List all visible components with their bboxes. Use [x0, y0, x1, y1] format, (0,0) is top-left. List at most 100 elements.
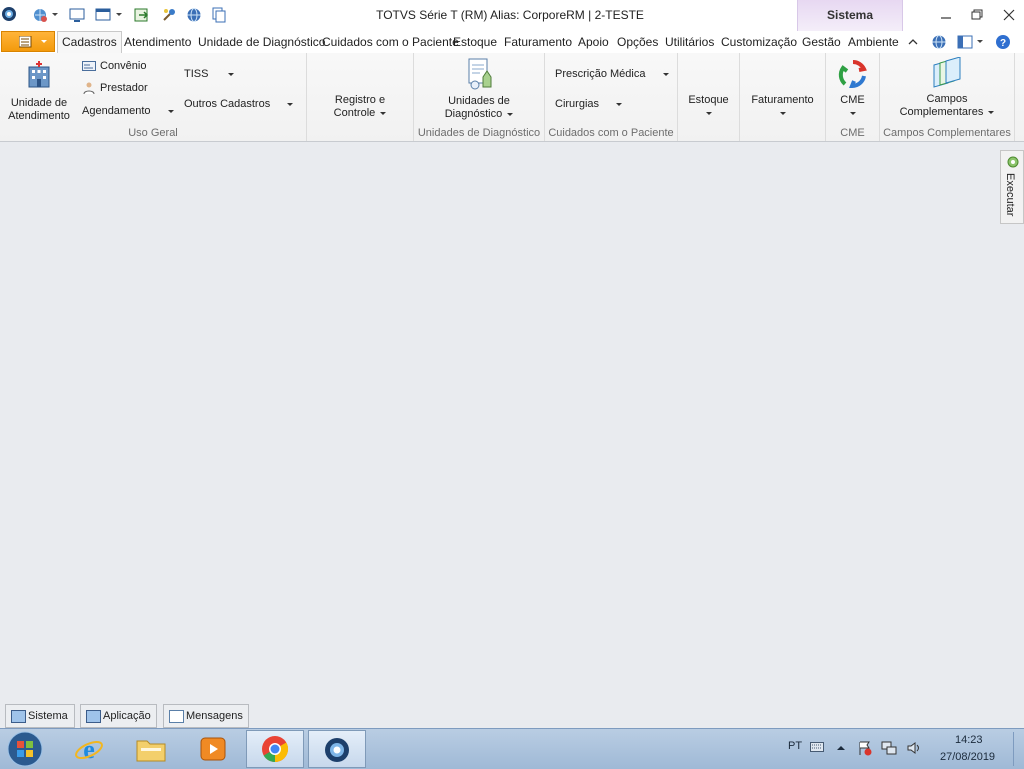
taskbar-internet-explorer[interactable]: e — [60, 730, 118, 768]
executar-side-tab[interactable]: Executar — [1000, 150, 1024, 224]
file-menu-button[interactable] — [1, 31, 55, 52]
unidades-diagnostico-button[interactable]: Unidades de Diagnóstico — [424, 57, 534, 121]
monitor-icon — [86, 710, 101, 723]
clock-time[interactable]: 14:23 — [955, 734, 983, 746]
minimize-icon[interactable] — [936, 6, 956, 24]
window-title: TOTVS Série T (RM) Alias: CorporeRM | 2-… — [376, 8, 644, 22]
bottom-tab-sistema[interactable]: Sistema — [5, 704, 75, 728]
network-icon[interactable] — [881, 740, 897, 756]
group-uso-geral: Unidade de Atendimento Convênio Prestado… — [0, 53, 307, 141]
bottom-tab-mensagens[interactable]: Mensagens — [163, 704, 249, 728]
group-campos-complementares: Campos Complementares Campos Complementa… — [880, 53, 1015, 141]
cme-button[interactable]: CME — [826, 58, 879, 120]
group-faturamento: Faturamento — [740, 53, 826, 141]
prescricao-medica-label: Prescrição Médica — [555, 68, 646, 80]
tab-faturamento[interactable]: Faturamento — [504, 35, 572, 49]
show-desktop-button[interactable] — [1013, 732, 1024, 766]
restore-icon[interactable] — [967, 6, 987, 24]
tab-customizacao[interactable]: Customização — [721, 35, 797, 49]
unidade-atendimento-button[interactable]: Unidade de Atendimento — [6, 61, 72, 123]
tab-cuidados-paciente[interactable]: Cuidados com o Paciente — [322, 35, 459, 49]
gear-icon — [1007, 156, 1019, 168]
svg-text:e: e — [83, 735, 95, 764]
tab-atendimento[interactable]: Atendimento — [124, 35, 191, 49]
tab-utilitarios[interactable]: Utilitários — [665, 35, 714, 49]
chevron-down-icon — [662, 72, 669, 76]
monitor-icon[interactable] — [69, 7, 85, 23]
chevron-down-icon — [705, 111, 712, 115]
tab-gestao[interactable]: Gestão — [802, 35, 841, 49]
volume-icon[interactable] — [906, 740, 922, 756]
taskbar-totvs-rm[interactable] — [308, 730, 366, 768]
close-icon[interactable] — [999, 6, 1019, 24]
estoque-label: Estoque — [688, 94, 729, 106]
convenio-button[interactable]: Convênio — [82, 60, 146, 72]
chevron-down-icon[interactable] — [116, 13, 122, 16]
action-center-flag-icon[interactable] — [857, 740, 873, 756]
clock-date[interactable]: 27/08/2019 — [940, 751, 995, 763]
agendamento-button[interactable]: Agendamento — [82, 105, 174, 117]
monitor-icon — [11, 710, 26, 723]
campos-complementares-label: Campos Complementares — [880, 93, 1014, 119]
app-logo-icon[interactable] — [1, 6, 17, 22]
cirurgias-button[interactable]: Cirurgias — [555, 98, 623, 110]
taskbar-chrome[interactable] — [246, 730, 304, 768]
prestador-button[interactable]: Prestador — [82, 82, 148, 95]
chevron-down-icon[interactable] — [977, 40, 983, 43]
doctor-icon — [83, 82, 95, 95]
prescricao-medica-button[interactable]: Prescrição Médica — [555, 68, 669, 80]
window-layout-icon[interactable] — [95, 7, 111, 23]
agendamento-label: Agendamento — [82, 105, 151, 117]
chevron-down-icon — [41, 40, 47, 43]
windows-taskbar: e PT 14:23 27/08/2019 — [0, 728, 1024, 769]
registro-controle-label: Registro e Controle — [333, 94, 386, 119]
prestador-label: Prestador — [100, 82, 148, 94]
globe-icon[interactable] — [931, 34, 947, 50]
outros-cadastros-button[interactable]: Outros Cadastros — [184, 98, 294, 110]
message-icon — [169, 710, 184, 723]
menu-icon — [19, 36, 32, 48]
globe-icon[interactable] — [186, 7, 202, 23]
tab-estoque[interactable]: Estoque — [453, 35, 497, 49]
collapse-ribbon-icon[interactable] — [907, 37, 919, 47]
tab-opcoes[interactable]: Opções — [617, 35, 658, 49]
export-icon[interactable] — [134, 7, 150, 23]
tools-icon[interactable] — [161, 7, 177, 23]
bottom-tab-aplicacao[interactable]: Aplicação — [80, 704, 157, 728]
tab-apoio[interactable]: Apoio — [578, 35, 609, 49]
group-estoque: Estoque — [678, 53, 740, 141]
globe-refresh-icon[interactable] — [32, 7, 48, 23]
layout-icon[interactable] — [957, 34, 973, 50]
cirurgias-label: Cirurgias — [555, 98, 600, 110]
bottom-tab-mensagens-label: Mensagens — [186, 710, 243, 722]
estoque-button[interactable]: Estoque — [678, 94, 739, 120]
group-label-cuidados-paciente: Cuidados com o Paciente — [548, 127, 674, 139]
faturamento-button[interactable]: Faturamento — [740, 94, 825, 120]
taskbar-file-explorer[interactable] — [122, 730, 180, 768]
tab-unidade-diagnostico[interactable]: Unidade de Diagnóstico — [198, 35, 325, 49]
campos-complementares-button[interactable]: Campos Complementares — [880, 56, 1014, 119]
tab-cadastros[interactable]: Cadastros — [57, 31, 122, 53]
media-player-icon — [200, 737, 226, 761]
taskbar-media-player[interactable] — [184, 730, 242, 768]
context-tab-sistema[interactable]: Sistema — [797, 0, 903, 31]
keyboard-icon[interactable] — [810, 742, 824, 752]
group-registro-controle: Registro e Controle — [307, 53, 414, 141]
outros-cadastros-label: Outros Cadastros — [184, 98, 271, 110]
registro-controle-button[interactable]: Registro e Controle — [307, 94, 413, 120]
language-indicator[interactable]: PT — [788, 740, 802, 752]
tray-expand-icon[interactable] — [836, 744, 846, 752]
copy-icon[interactable] — [211, 7, 227, 23]
recycle-cycle-icon — [838, 59, 867, 89]
tab-ambiente[interactable]: Ambiente — [848, 35, 899, 49]
unidades-diagnostico-text: Unidades de Diagnóstico — [444, 95, 510, 120]
start-button-icon[interactable] — [5, 729, 45, 769]
ribbon-panel: Unidade de Atendimento Convênio Prestado… — [0, 53, 1024, 142]
hospital-building-icon — [28, 61, 50, 88]
tiss-button[interactable]: TISS — [184, 68, 234, 80]
forms-stack-icon — [933, 56, 961, 88]
bottom-tab-aplicacao-label: Aplicação — [103, 710, 151, 722]
group-cuidados-paciente: Prescrição Médica Cirurgias Cuidados com… — [545, 53, 678, 141]
chevron-down-icon[interactable] — [52, 13, 58, 16]
help-icon[interactable]: ? — [995, 34, 1011, 50]
